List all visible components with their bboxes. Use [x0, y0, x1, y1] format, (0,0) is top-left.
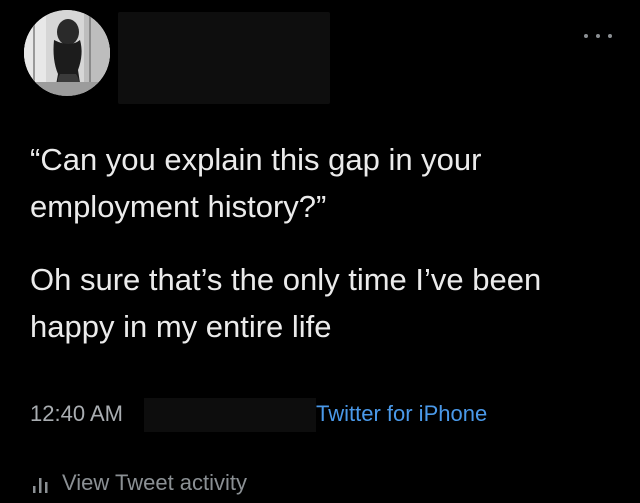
- more-options-button[interactable]: [584, 28, 612, 44]
- tweet-text-paragraph: “Can you explain this gap in your employ…: [30, 142, 482, 224]
- tweet-source-link[interactable]: Twitter for iPhone: [316, 398, 487, 430]
- name-redaction: [118, 12, 330, 104]
- date-redaction: [144, 398, 316, 432]
- more-horizontal-icon: [584, 34, 588, 38]
- tweet-timestamp[interactable]: 12:40 AM: [30, 398, 123, 430]
- tweet-text-paragraph: Oh sure that’s the only time I’ve been h…: [30, 262, 542, 344]
- bar-chart-icon: [33, 478, 48, 493]
- view-tweet-activity-button[interactable]: View Tweet activity: [30, 466, 247, 500]
- tweet-card: “Can you explain this gap in your employ…: [0, 0, 640, 503]
- view-tweet-activity-label: View Tweet activity: [62, 470, 248, 495]
- avatar[interactable]: [24, 10, 110, 96]
- avatar-photo: [24, 10, 110, 96]
- more-dot: [608, 34, 612, 38]
- more-dot: [596, 34, 600, 38]
- tweet-metadata: 12:40 AM Twitter for iPhone: [30, 398, 630, 432]
